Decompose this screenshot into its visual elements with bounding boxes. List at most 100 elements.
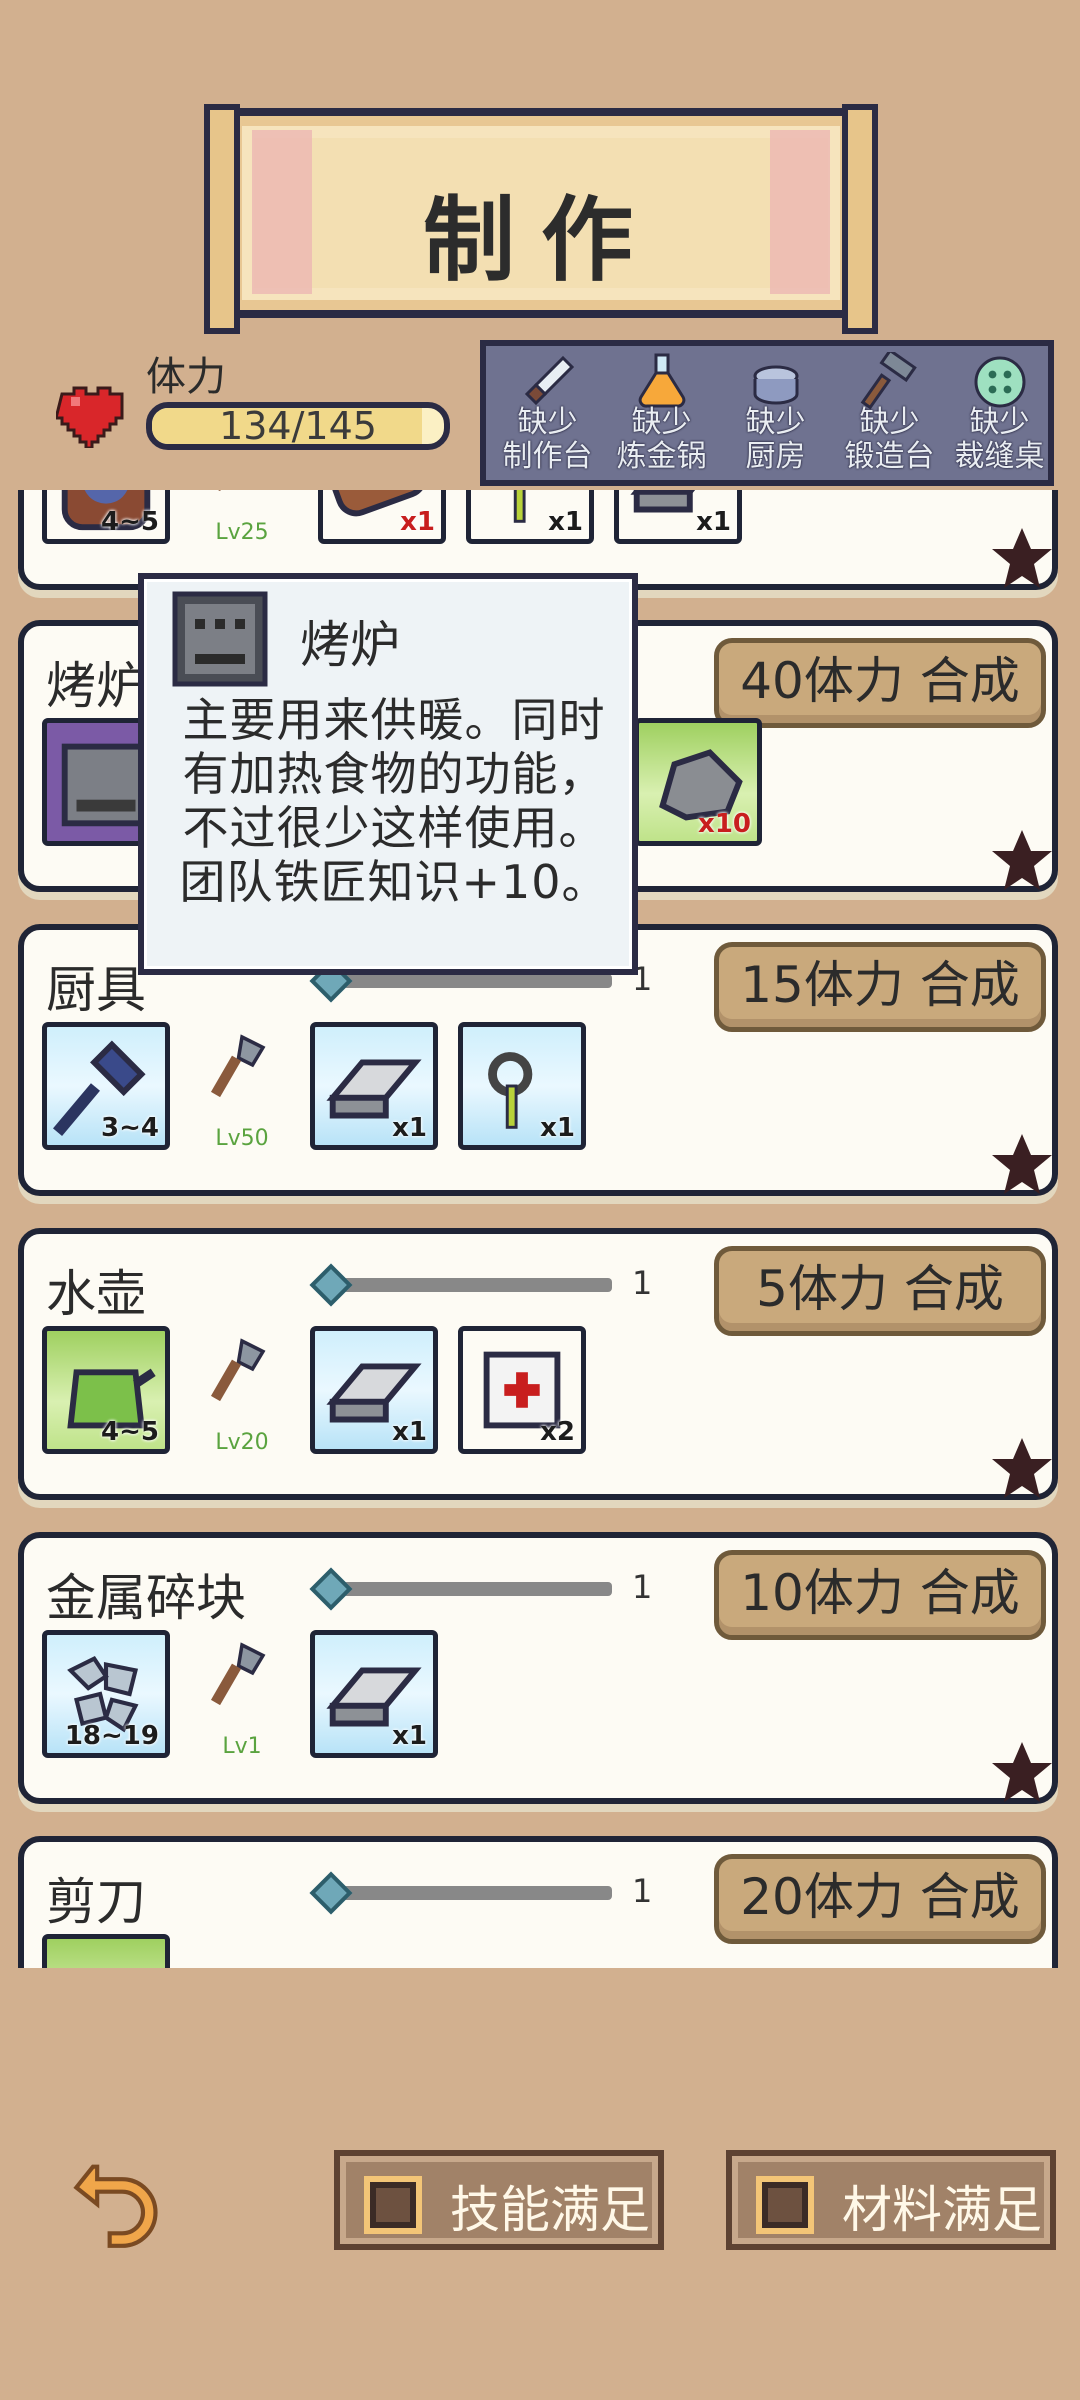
axe-icon <box>210 1034 266 1098</box>
checkbox[interactable] <box>756 2176 814 2234</box>
station-workbench[interactable]: 缺少 制作台 <box>490 352 605 482</box>
required-tool: Lv25 <box>194 490 290 545</box>
flask-icon <box>638 353 685 408</box>
recipe-name: 金属碎块 <box>46 1569 246 1627</box>
required-tool: Lv1 <box>194 1638 290 1759</box>
quantity-value: 1 <box>632 1872 653 1910</box>
quantity-slider[interactable] <box>309 1567 612 1611</box>
result-slot[interactable]: 18~19 <box>42 1630 170 1758</box>
title-banner: 制作 <box>204 104 878 334</box>
result-slot[interactable]: 4~5 <box>42 490 170 544</box>
material-count: x1 <box>392 1417 427 1447</box>
tool-level: Lv1 <box>222 1734 262 1759</box>
tooltip-description: 主要用来供暖。同时有加热食物的功能，不过很少这样使用。团队铁匠知识+10。 <box>179 693 609 909</box>
result-quantity: 4~5 <box>101 1417 159 1447</box>
recipe-name: 烤炉 <box>46 657 146 715</box>
material-slot[interactable]: x1 <box>458 1022 586 1150</box>
station-label: 缺少 锻造台 <box>844 405 935 474</box>
knife-icon <box>524 355 574 406</box>
station-label: 缺少 厨房 <box>745 405 806 474</box>
checkbox[interactable] <box>364 2176 422 2234</box>
material-slot[interactable]: x1 <box>310 1630 438 1758</box>
recipe-list[interactable]: 4~5 Lv25 x1 x1 x1 烤炉 40体力 合成 x10 厨具 1 15… <box>0 490 1080 1968</box>
item-tooltip: 烤炉 主要用来供暖。同时有加热食物的功能，不过很少这样使用。团队铁匠知识+10。 <box>138 573 638 975</box>
station-label: 缺少 制作台 <box>502 405 593 474</box>
material-count: x1 <box>540 1113 575 1143</box>
material-slot[interactable]: x1 <box>310 1326 438 1454</box>
page-title: 制作 <box>422 187 659 294</box>
tool-level: Lv25 <box>215 520 269 545</box>
skill-filter-toggle[interactable]: 技能满足 <box>334 2150 664 2250</box>
craft-button[interactable]: 5体力 合成 <box>714 1246 1046 1336</box>
quantity-value: 1 <box>632 1568 653 1606</box>
slider-knob[interactable] <box>309 1567 353 1611</box>
recipe-name: 剪刀 <box>46 1873 146 1931</box>
axe-icon <box>210 490 242 492</box>
station-tailor[interactable]: 缺少 裁缝桌 <box>942 352 1057 482</box>
material-count: x1 <box>696 507 731 537</box>
quantity-slider[interactable] <box>309 959 612 1003</box>
recipe-card[interactable]: 水壶 1 5体力 合成 4~5 Lv20 x1 x2 <box>18 1228 1058 1500</box>
material-count: x10 <box>698 809 751 839</box>
quantity-value: 1 <box>632 1264 653 1302</box>
stamina-label: 体力 <box>146 354 226 400</box>
recipe-card[interactable]: 金属碎块 1 10体力 合成 18~19 Lv1 x1 <box>18 1532 1058 1804</box>
material-count: x1 <box>400 507 435 537</box>
slider-knob[interactable] <box>309 1263 353 1307</box>
tool-level: Lv50 <box>215 1126 269 1151</box>
required-tool: Lv20 <box>194 1334 290 1455</box>
material-count: x2 <box>540 1417 575 1447</box>
hammer-icon <box>860 348 917 410</box>
station-alchemy[interactable]: 缺少 炼金锅 <box>604 352 719 482</box>
result-slot[interactable]: 4~5 <box>42 1326 170 1454</box>
material-slot[interactable]: x1 <box>318 490 446 544</box>
pot-icon <box>753 365 798 405</box>
result-quantity: 4~5 <box>101 507 159 537</box>
slider-knob[interactable] <box>309 1871 353 1915</box>
craft-button[interactable]: 15体力 合成 <box>714 942 1046 1032</box>
favorite-star-icon[interactable] <box>986 1432 1058 1504</box>
required-tool: Lv50 <box>194 1030 290 1151</box>
material-slot[interactable]: x2 <box>458 1326 586 1454</box>
material-count: x1 <box>392 1721 427 1751</box>
stamina-value: 134/145 <box>219 404 377 448</box>
tool-level: Lv20 <box>215 1430 269 1455</box>
heart-icon <box>56 386 124 448</box>
station-label: 缺少 裁缝桌 <box>954 405 1045 474</box>
quantity-slider[interactable] <box>309 1263 612 1307</box>
craft-button[interactable]: 40体力 合成 <box>714 638 1046 728</box>
station-forge[interactable]: 缺少 锻造台 <box>832 348 947 482</box>
result-slot[interactable] <box>42 1934 170 1968</box>
quantity-slider[interactable] <box>309 1871 612 1915</box>
material-slot[interactable]: x1 <box>310 1022 438 1150</box>
station-kitchen[interactable]: 缺少 厨房 <box>718 352 833 482</box>
material-slot[interactable]: x1 <box>466 490 594 544</box>
result-slot[interactable]: 3~4 <box>42 1022 170 1150</box>
craft-button[interactable]: 10体力 合成 <box>714 1550 1046 1640</box>
station-panel: 缺少 制作台 缺少 炼金锅 缺少 厨房 缺少 锻造台 缺少 裁缝桌 <box>480 340 1054 486</box>
favorite-star-icon[interactable] <box>986 1128 1058 1200</box>
craft-button[interactable]: 20体力 合成 <box>714 1854 1046 1944</box>
result-quantity: 3~4 <box>101 1113 159 1143</box>
material-slot[interactable]: x1 <box>614 490 742 544</box>
axe-icon <box>210 1642 266 1706</box>
stamina-bar: 134/145 <box>146 402 450 450</box>
axe-icon <box>210 1338 266 1402</box>
stove-icon <box>172 591 268 687</box>
material-count: x1 <box>392 1113 427 1143</box>
material-filter-label: 材料满足 <box>842 2181 1042 2239</box>
recipe-name: 水壶 <box>46 1265 146 1323</box>
skill-filter-label: 技能满足 <box>450 2181 650 2239</box>
material-filter-toggle[interactable]: 材料满足 <box>726 2150 1056 2250</box>
favorite-star-icon[interactable] <box>986 1736 1058 1808</box>
favorite-star-icon[interactable] <box>986 824 1058 896</box>
recipe-name: 厨具 <box>46 961 146 1019</box>
tooltip-title: 烤炉 <box>300 616 400 674</box>
favorite-star-icon[interactable] <box>986 522 1058 594</box>
result-quantity: 18~19 <box>64 1721 159 1751</box>
material-count: x1 <box>548 507 583 537</box>
button-icon <box>974 356 1025 408</box>
back-arrow-icon[interactable] <box>66 2150 170 2250</box>
material-slot[interactable]: x10 <box>634 718 762 846</box>
recipe-card[interactable]: 剪刀 1 20体力 合成 <box>18 1836 1058 1968</box>
